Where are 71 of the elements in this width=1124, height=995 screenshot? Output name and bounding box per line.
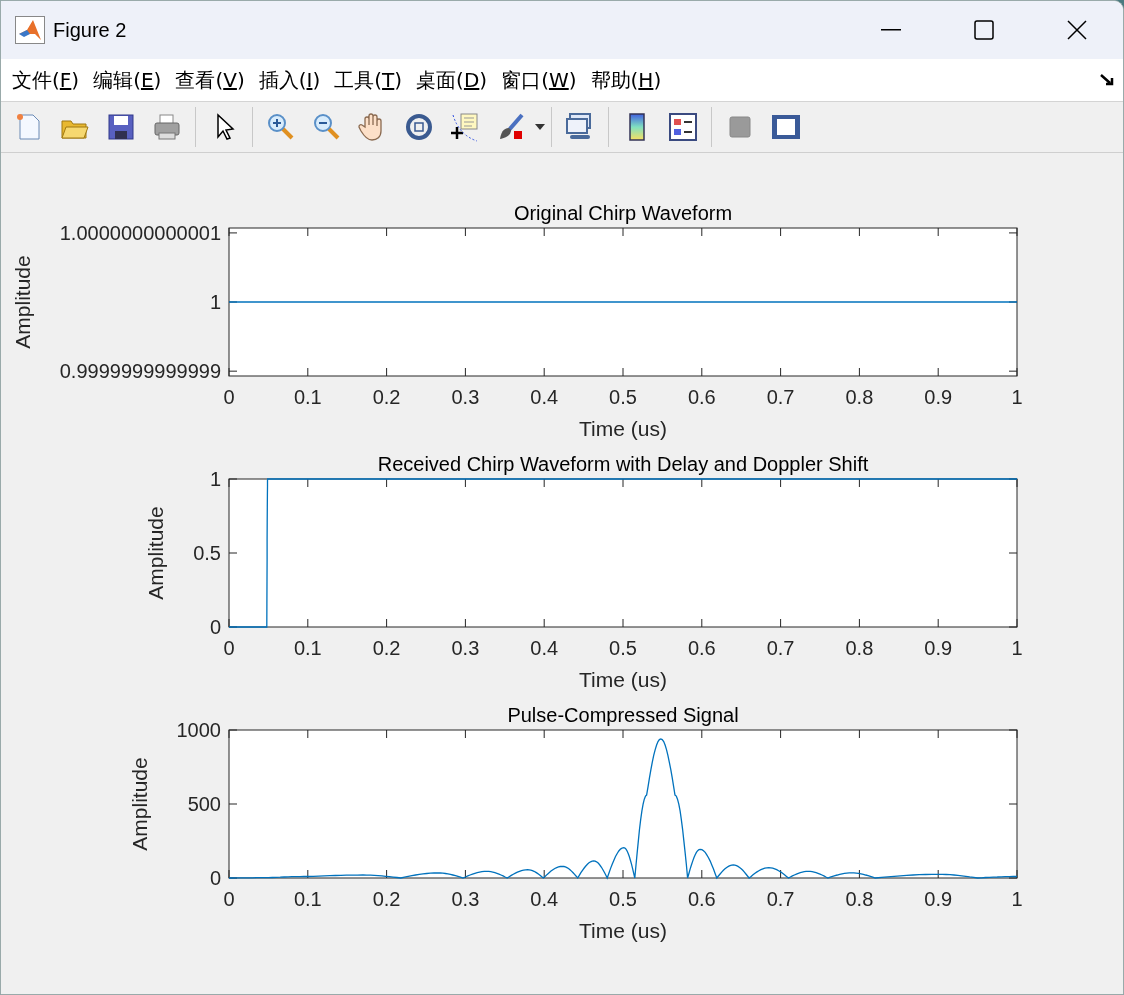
tick-label: 0.4: [530, 888, 559, 910]
tick-label: 0.2: [372, 888, 401, 910]
chart-title: Original Chirp Waveform: [513, 202, 733, 224]
tick-label: 0.8: [845, 386, 874, 408]
tick-label: 0.5: [193, 542, 221, 564]
axis-label: Time (us): [579, 668, 667, 691]
tick-label: 0.9999999999999: [59, 360, 221, 383]
save-icon: [105, 111, 137, 143]
tick-label: 1000: [176, 719, 221, 741]
tick-label: 0: [223, 386, 235, 408]
tick-label: 0.2: [372, 386, 401, 408]
chart-title: Pulse-Compressed Signal: [507, 704, 739, 726]
tick-label: 0.9: [924, 386, 953, 408]
tick-label: 1: [209, 468, 221, 490]
tick-label: 0.7: [766, 637, 795, 659]
tick-label: 0.1: [293, 637, 322, 659]
tick-label: 0.4: [530, 637, 559, 659]
minimize-icon: [880, 29, 901, 31]
tick-label: 0: [223, 637, 235, 659]
app-logo-icon: [15, 16, 45, 44]
tick-label: 0.5: [609, 888, 637, 910]
menu-item[interactable]: 帮助(H): [583, 64, 669, 96]
print-icon: [151, 111, 183, 143]
tick-label: 0.6: [687, 637, 716, 659]
tick-label: 0.5: [609, 386, 637, 408]
legend-icon: [667, 111, 699, 143]
tick-label: 1: [1011, 386, 1023, 408]
axis-label: Amplitude: [11, 255, 34, 349]
menu-item[interactable]: 查看(V): [168, 64, 252, 96]
chart-title: Received Chirp Waveform with Delay and Doppler Shift: [377, 453, 869, 475]
axis-label: Amplitude: [144, 506, 168, 600]
data-cursor-icon: [449, 111, 481, 143]
tick-label: 0.7: [766, 888, 795, 910]
tick-label: 0: [223, 888, 235, 910]
tick-label: 0.6: [687, 888, 716, 910]
tick-label: 0.8: [845, 637, 874, 659]
menu-item[interactable]: 工具(T): [327, 64, 410, 96]
caret-icon[interactable]: [535, 124, 545, 130]
tick-label: 1.0000000000001: [59, 221, 221, 244]
tick-label: 0.8: [845, 888, 874, 910]
tick-label: 0: [209, 616, 221, 638]
dock-arrow-icon[interactable]: [1099, 73, 1115, 87]
menu-item[interactable]: 编辑(E): [86, 64, 169, 96]
tick-label: 0.7: [766, 386, 795, 408]
axis-label: Amplitude: [127, 757, 151, 851]
tick-label: 0.1: [293, 386, 322, 408]
tick-label: 0.4: [530, 386, 559, 408]
axis-label: Time (us): [579, 919, 667, 942]
tick-label: 500: [187, 793, 221, 815]
window-title: Figure 2: [53, 18, 128, 42]
rotate-icon: [403, 111, 435, 143]
tick-label: 0.3: [451, 386, 480, 408]
menu-item[interactable]: 桌面(D): [409, 64, 495, 96]
tick-label: 0.9: [924, 888, 953, 910]
tick-label: 0.1: [293, 888, 322, 910]
tick-label: 0.5: [609, 637, 637, 659]
tick-label: 0.2: [372, 637, 401, 659]
tick-label: 1: [1011, 888, 1023, 910]
maximize-icon: [973, 20, 994, 40]
close-icon: [1066, 20, 1087, 40]
tick-label: 1: [1011, 637, 1023, 659]
menu-item[interactable]: 文件(F): [5, 64, 87, 96]
axis-label: Time (us): [579, 417, 667, 440]
tick-label: 0: [209, 867, 221, 889]
tick-label: 0.9: [924, 637, 953, 659]
tick-label: 1: [209, 291, 221, 313]
tick-label: 0.3: [451, 888, 480, 910]
tick-label: 0.3: [451, 637, 480, 659]
menu-item[interactable]: 插入(I): [251, 64, 328, 96]
menu-item[interactable]: 窗口(W): [494, 64, 584, 96]
tick-label: 0.6: [687, 386, 716, 408]
